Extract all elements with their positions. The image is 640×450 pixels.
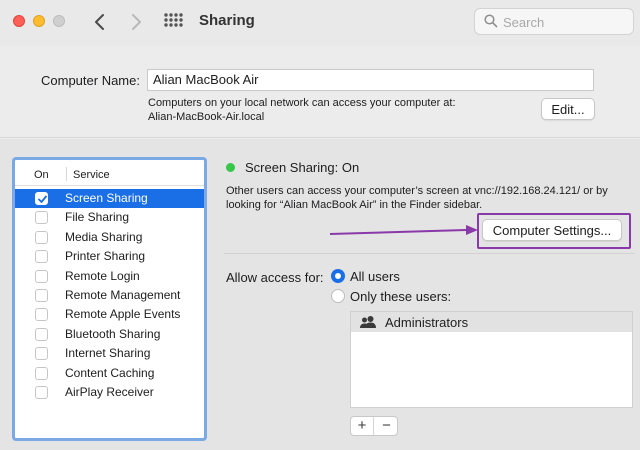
service-checkbox[interactable] bbox=[35, 230, 48, 244]
close-window-button[interactable] bbox=[13, 15, 25, 27]
service-checkbox[interactable] bbox=[35, 192, 48, 205]
add-user-button[interactable]: + bbox=[351, 417, 374, 435]
computer-name-label: Computer Name: bbox=[41, 73, 140, 88]
forward-button[interactable] bbox=[124, 8, 148, 36]
radio-only-these-users[interactable] bbox=[331, 289, 345, 303]
list-item[interactable]: Administrators bbox=[351, 312, 632, 332]
add-remove-control: + − bbox=[350, 416, 398, 436]
service-name: Internet Sharing bbox=[65, 346, 151, 361]
service-row[interactable]: Remote Apple Events bbox=[15, 305, 204, 324]
service-row[interactable]: Screen Sharing bbox=[15, 189, 204, 208]
computer-name-field[interactable]: Alian MacBook Air bbox=[147, 69, 594, 91]
service-list[interactable]: On Service Screen Sharing File Sharing Med… bbox=[12, 157, 207, 441]
service-checkbox[interactable] bbox=[35, 289, 48, 302]
service-checkbox[interactable] bbox=[35, 211, 48, 225]
service-name: Media Sharing bbox=[65, 229, 143, 244]
computer-name-section: Computer Name: Alian MacBook Air Compute… bbox=[0, 46, 640, 138]
minimize-window-button[interactable] bbox=[33, 15, 45, 27]
service-checkbox[interactable] bbox=[35, 347, 48, 361]
search-icon bbox=[484, 14, 498, 28]
service-checkbox[interactable] bbox=[35, 366, 48, 380]
show-all-button[interactable] bbox=[163, 12, 185, 32]
service-checkbox[interactable] bbox=[35, 327, 48, 341]
service-name: Content Caching bbox=[65, 365, 155, 380]
service-row[interactable]: Remote Management bbox=[15, 286, 204, 305]
users-list[interactable]: Administrators bbox=[350, 311, 633, 408]
service-row[interactable]: Bluetooth Sharing bbox=[15, 325, 204, 344]
remove-user-button[interactable]: − bbox=[375, 417, 398, 435]
window-title: Sharing bbox=[199, 12, 255, 29]
service-checkbox[interactable] bbox=[35, 250, 48, 264]
annotation-arrow bbox=[329, 225, 478, 235]
local-hostname: Alian-MacBook-Air.local bbox=[148, 111, 265, 123]
service-name: Printer Sharing bbox=[65, 249, 146, 264]
service-row[interactable]: Printer Sharing bbox=[15, 247, 204, 266]
group-icon bbox=[360, 316, 376, 328]
chevron-left-icon bbox=[95, 14, 104, 30]
service-checkbox[interactable] bbox=[35, 269, 48, 283]
checkmark-icon bbox=[38, 195, 47, 203]
service-name: Remote Login bbox=[65, 268, 140, 283]
computer-settings-button[interactable]: Computer Settings... bbox=[482, 219, 622, 241]
header-on[interactable]: On bbox=[34, 169, 49, 181]
service-row[interactable]: Media Sharing bbox=[15, 228, 204, 247]
service-checkbox[interactable] bbox=[35, 308, 48, 322]
radio-all-users-label[interactable]: All users bbox=[350, 269, 400, 284]
back-button[interactable] bbox=[88, 8, 112, 36]
service-name: Remote Management bbox=[65, 288, 181, 302]
service-row[interactable]: AirPlay Receiver bbox=[15, 383, 204, 402]
search-field[interactable] bbox=[474, 8, 634, 35]
allow-access-label: Allow access for: bbox=[226, 270, 324, 285]
service-checkbox[interactable] bbox=[35, 386, 48, 399]
header-divider bbox=[66, 167, 67, 181]
service-row[interactable]: Internet Sharing bbox=[15, 344, 204, 363]
computer-name-description: Computers on your local network can acce… bbox=[148, 96, 456, 124]
status-indicator bbox=[226, 163, 235, 172]
user-name: Administrators bbox=[385, 315, 469, 330]
service-row[interactable]: File Sharing bbox=[15, 208, 204, 227]
service-name: Bluetooth Sharing bbox=[65, 326, 161, 341]
title-bar: Sharing bbox=[0, 0, 640, 46]
edit-button[interactable]: Edit... bbox=[541, 98, 595, 120]
service-row[interactable]: Remote Login bbox=[15, 267, 204, 286]
radio-only-these-users-label[interactable]: Only these users: bbox=[350, 289, 451, 304]
service-name: Remote Apple Events bbox=[65, 307, 181, 322]
service-status: Screen Sharing: On bbox=[245, 160, 360, 175]
service-name: Screen Sharing bbox=[65, 191, 148, 205]
radio-all-users[interactable] bbox=[331, 269, 345, 283]
grid-icon bbox=[164, 13, 183, 27]
description-line: Computers on your local network can acce… bbox=[148, 97, 456, 109]
service-info: Other users can access your computer’s s… bbox=[226, 184, 631, 212]
service-row[interactable]: Content Caching bbox=[15, 364, 204, 383]
service-name: File Sharing bbox=[65, 210, 130, 225]
info-line: looking for “Alian MacBook Air” in the F… bbox=[226, 199, 483, 211]
header-service[interactable]: Service bbox=[73, 169, 110, 181]
search-input[interactable] bbox=[503, 13, 628, 31]
service-list-header: On Service bbox=[15, 160, 204, 186]
divider bbox=[224, 253, 635, 254]
zoom-window-button[interactable] bbox=[53, 15, 65, 27]
service-name: AirPlay Receiver bbox=[65, 385, 154, 399]
info-line: Other users can access your computer’s s… bbox=[226, 185, 608, 197]
chevron-right-icon bbox=[132, 14, 141, 30]
